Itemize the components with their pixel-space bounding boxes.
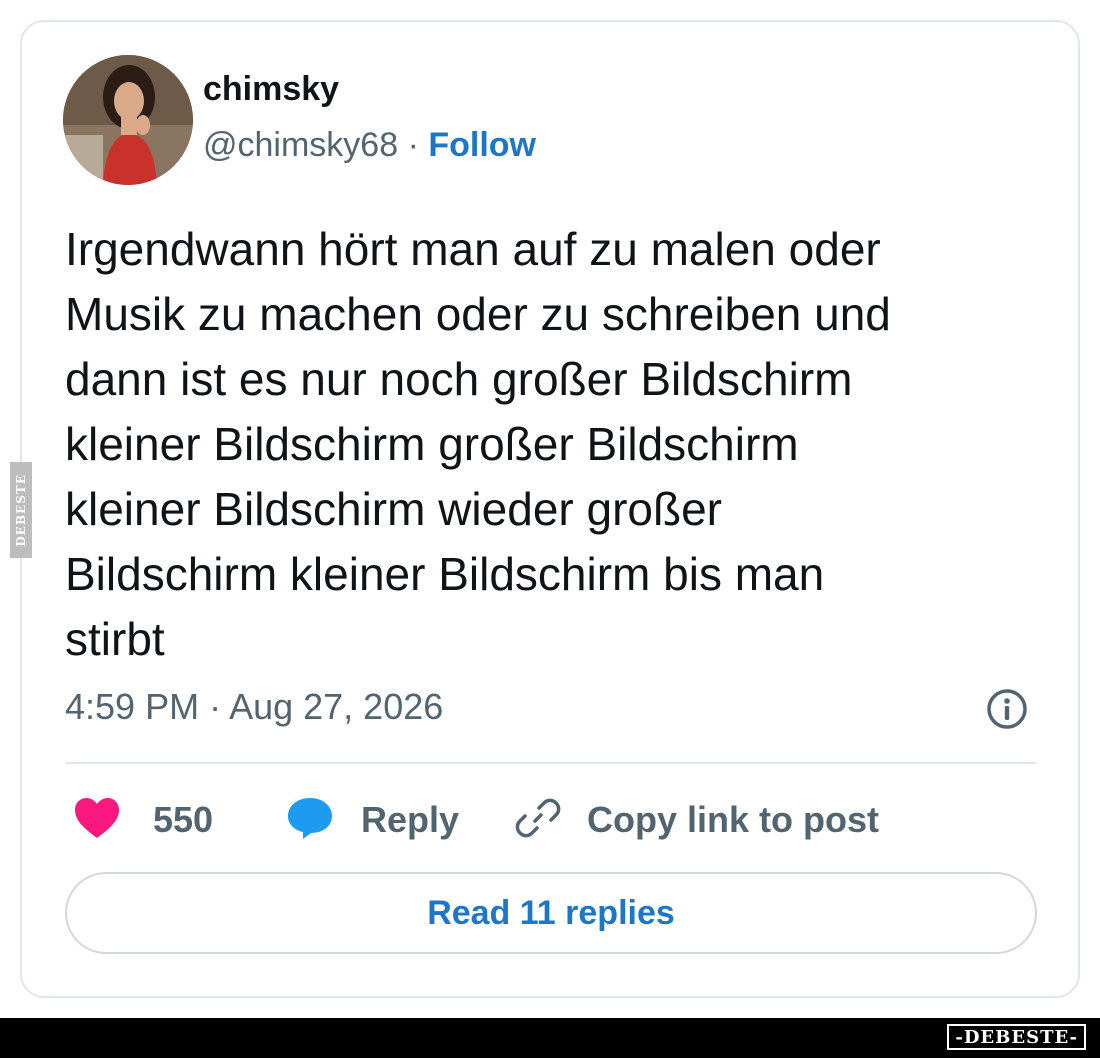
follow-button[interactable]: Follow (428, 126, 536, 164)
link-icon (515, 795, 561, 846)
speech-bubble-icon (285, 795, 335, 846)
avatar[interactable] (63, 55, 193, 185)
tweet-card: chimsky @chimsky68 · Follow Irgendwann h… (20, 20, 1080, 998)
info-icon[interactable] (985, 687, 1029, 731)
read-replies-button[interactable]: Read 11 replies (65, 872, 1037, 954)
reply-button[interactable]: Reply (285, 792, 459, 848)
user-handle[interactable]: @chimsky68 (203, 126, 398, 164)
side-watermark: DEBESTE (10, 462, 32, 558)
footer-bar: -DEBESTE- (0, 1018, 1100, 1058)
copy-link-label: Copy link to post (587, 799, 879, 840)
display-name[interactable]: chimsky (203, 70, 339, 109)
copy-link-button[interactable]: Copy link to post (515, 792, 879, 848)
reply-label: Reply (361, 799, 460, 840)
footer-watermark: -DEBESTE- (947, 1024, 1086, 1050)
heart-icon (73, 796, 121, 845)
tweet-text: Irgendwann hört man auf zu malen oder Mu… (65, 223, 891, 665)
handle-line: @chimsky68 · Follow (203, 126, 536, 165)
side-watermark-text: DEBESTE (14, 473, 28, 547)
divider (65, 762, 1037, 764)
tweet-timestamp[interactable]: 4:59 PM · Aug 27, 2026 (65, 686, 443, 728)
like-count: 550 (153, 799, 214, 840)
handle-separator: · (398, 126, 429, 164)
like-button[interactable]: 550 (73, 792, 213, 848)
action-bar: 550 Reply Copy link to post (65, 792, 1037, 848)
